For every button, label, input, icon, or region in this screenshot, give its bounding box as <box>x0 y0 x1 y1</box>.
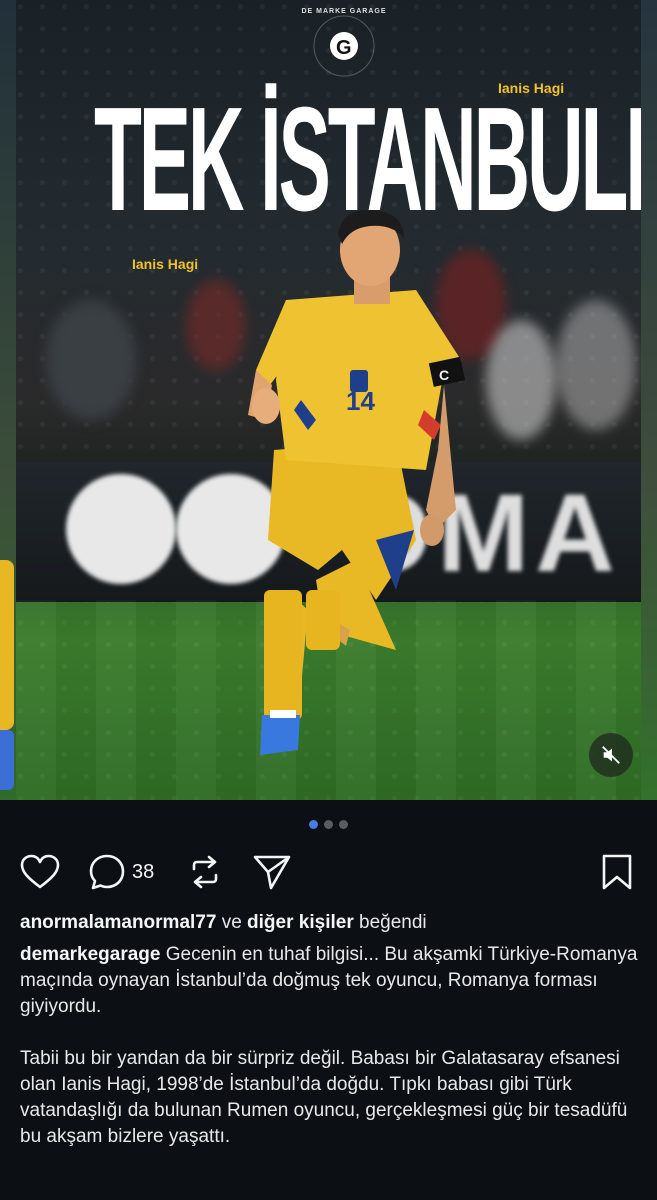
crowd-blob <box>556 300 636 430</box>
post-headline: TEK İSTANBULLU <box>94 77 641 242</box>
mute-button[interactable] <box>589 733 633 777</box>
repost-button[interactable] <box>186 850 224 894</box>
author-username[interactable]: demarkegarage <box>20 944 160 965</box>
heart-icon <box>20 854 60 889</box>
player-figure: C 14 <box>248 210 466 755</box>
player-name-tag: Ianis Hagi <box>132 256 199 272</box>
svg-text:G: G <box>336 37 352 59</box>
previous-slide-leg <box>0 560 14 730</box>
post-media-carousel[interactable]: OMA C 14 G DE MARKE GARAGE TEK İSTANBUL … <box>0 0 657 800</box>
post-actions-bar: 38 <box>0 850 657 894</box>
de-marke-garage-logo: G <box>313 15 375 77</box>
likes-suffix: beğendi <box>353 912 427 933</box>
likes-summary: anormalamanormal77 ve diğer kişiler beğe… <box>20 912 427 934</box>
next-slide-edge <box>641 0 657 800</box>
caption-paragraph: Tabii bu bir yandan da bir sürpriz değil… <box>20 1048 628 1147</box>
player-name-tag: Ianis Hagi <box>498 80 565 96</box>
caption-paragraph: demarkegarage Gecenin en tuhaf bilgisi..… <box>20 942 640 1020</box>
speaker-muted-icon <box>602 746 620 764</box>
comment-button[interactable]: 38 <box>88 850 154 894</box>
carousel-dot-active <box>309 820 318 829</box>
previous-slide-edge <box>0 0 16 800</box>
crowd-blob <box>186 280 246 370</box>
save-button[interactable] <box>600 850 634 894</box>
comment-bubble-icon <box>89 854 125 890</box>
send-paper-plane-icon <box>253 855 291 890</box>
like-button[interactable] <box>20 850 60 894</box>
repost-icon <box>192 855 218 889</box>
logo-ring-text: DE MARKE GARAGE <box>301 8 387 15</box>
comment-count: 38 <box>132 860 155 883</box>
banner-circle <box>66 474 176 584</box>
svg-text:C: C <box>439 367 449 383</box>
crowd-blob <box>486 320 556 440</box>
other-likers-link[interactable]: diğer kişiler <box>247 912 354 933</box>
likes-connector: ve <box>216 912 248 933</box>
carousel-indicator <box>0 820 657 829</box>
previous-slide-shoe <box>0 730 14 790</box>
liker-username[interactable]: anormalamanormal77 <box>20 912 216 933</box>
bookmark-icon <box>602 854 632 890</box>
post-photo[interactable]: OMA C 14 G DE MARKE GARAGE TEK İSTANBUL … <box>16 0 641 800</box>
carousel-dot <box>339 820 348 829</box>
crowd-blob <box>46 300 136 420</box>
carousel-dot <box>324 820 333 829</box>
post-caption: demarkegarage Gecenin en tuhaf bilgisi..… <box>20 942 640 1176</box>
share-button[interactable] <box>252 850 292 894</box>
